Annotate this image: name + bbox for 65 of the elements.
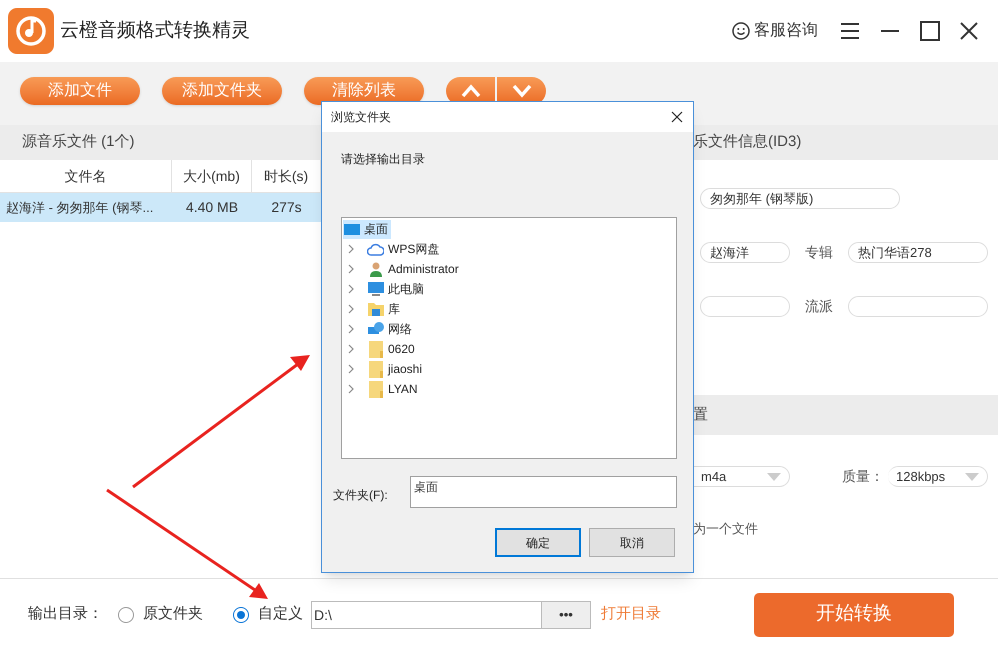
panel-title: 源音乐文件 (1个) [22, 132, 134, 152]
output-label: 输出目录： [28, 604, 104, 624]
panel-title: 置 [693, 404, 708, 425]
monitor-icon [367, 282, 384, 296]
chevron-down-icon [512, 84, 532, 98]
field-label: 流派 [804, 297, 834, 316]
tree-item[interactable]: 桌面 [343, 220, 391, 238]
tree-item[interactable]: WPS网盘 [367, 240, 442, 258]
close-icon[interactable] [960, 22, 978, 40]
maximize-icon[interactable] [920, 21, 940, 41]
chevron-right-icon[interactable] [347, 324, 355, 334]
tree-item[interactable]: LYAN [367, 380, 421, 398]
radio-option[interactable]: 原文件夹 [118, 603, 203, 626]
column-header[interactable]: 文件名 [0, 160, 172, 192]
chevron-right-icon[interactable] [347, 364, 355, 374]
table-row[interactable]: 赵海洋 - 匆匆那年 (钢琴... 4.40 MB 277s [0, 193, 321, 222]
dialog-prompt: 请选择输出目录 [341, 151, 426, 168]
chevron-right-icon[interactable] [347, 344, 355, 354]
chevron-right-icon[interactable] [347, 264, 355, 274]
tree-item[interactable]: Administrator [367, 260, 462, 278]
chevron-up-icon [460, 84, 480, 98]
monitor-icon [343, 222, 360, 236]
folder-icon [367, 340, 384, 358]
folder-icon [367, 360, 384, 378]
tree-item[interactable]: 0620 [367, 340, 418, 358]
chevron-right-icon[interactable] [347, 384, 355, 394]
tree-item[interactable]: 此电脑 [367, 280, 427, 298]
folder-field[interactable]: 桌面 [410, 476, 677, 508]
dialog-title: 浏览文件夹 [331, 109, 391, 126]
field-label: 质量： [842, 467, 885, 486]
radio-button[interactable] [233, 606, 249, 622]
caret-icon [767, 472, 781, 480]
option-label: 为一个文件 [693, 520, 759, 538]
globe-monitor-icon [367, 321, 384, 337]
app-title: 云橙音频格式转换精灵 [60, 18, 250, 43]
smiley-icon [732, 22, 750, 40]
menu-icon[interactable] [840, 21, 860, 41]
text-field[interactable] [700, 296, 790, 317]
cloud-icon [367, 242, 384, 256]
tree-item[interactable]: 库 [367, 300, 403, 318]
column-header[interactable]: 大小(mb) [172, 160, 252, 192]
app-logo-icon [8, 8, 54, 54]
support-button[interactable]: 客服咨询 [732, 19, 818, 43]
chevron-right-icon[interactable] [347, 284, 355, 294]
browse-button[interactable]: ••• [542, 600, 591, 628]
caret-icon [965, 472, 979, 480]
field-label: 专辑 [804, 243, 834, 262]
person-icon [367, 261, 384, 277]
folder-icon [367, 302, 384, 316]
tree-item[interactable]: jiaoshi [367, 360, 426, 378]
text-field[interactable]: 赵海洋 [700, 242, 790, 263]
text-field[interactable] [848, 296, 988, 317]
path-field[interactable]: D:\ [311, 600, 542, 628]
chevron-right-icon[interactable] [347, 304, 355, 314]
field-label: 文件夹(F): [333, 487, 389, 504]
dialog-button[interactable]: 取消 [589, 528, 675, 557]
folder-icon [367, 380, 384, 398]
tree-item[interactable]: 网络 [367, 320, 415, 338]
panel-title: 乐文件信息(ID3) [693, 132, 802, 152]
text-field[interactable]: 匆匆那年 (钢琴版) [700, 188, 900, 209]
dialog-button[interactable]: 确定 [495, 528, 581, 557]
radio-option[interactable]: 自定义 [233, 603, 303, 626]
radio-button[interactable] [118, 606, 134, 622]
chevron-right-icon[interactable] [347, 244, 355, 254]
text-field[interactable]: 热门华语278 [848, 242, 988, 263]
